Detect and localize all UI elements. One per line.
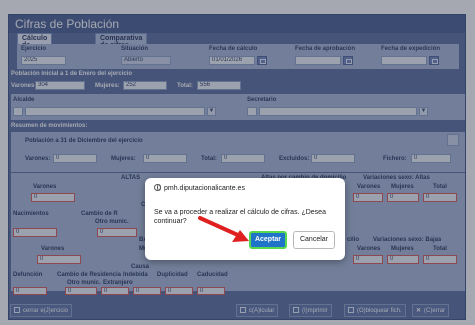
dialog-message: Se va a proceder a realizar el cálculo d… bbox=[154, 209, 326, 225]
globe-icon bbox=[154, 184, 161, 191]
cancel-button[interactable]: Cancelar bbox=[293, 231, 335, 249]
confirm-dialog: pmh.diputacionalicante.es Se va a proced… bbox=[145, 178, 345, 260]
modal-overlay bbox=[0, 0, 475, 325]
accept-button[interactable]: Aceptar bbox=[249, 231, 287, 249]
dialog-site-text: pmh.diputacionalicante.es bbox=[164, 185, 245, 192]
dialog-origin: pmh.diputacionalicante.es bbox=[154, 184, 245, 192]
